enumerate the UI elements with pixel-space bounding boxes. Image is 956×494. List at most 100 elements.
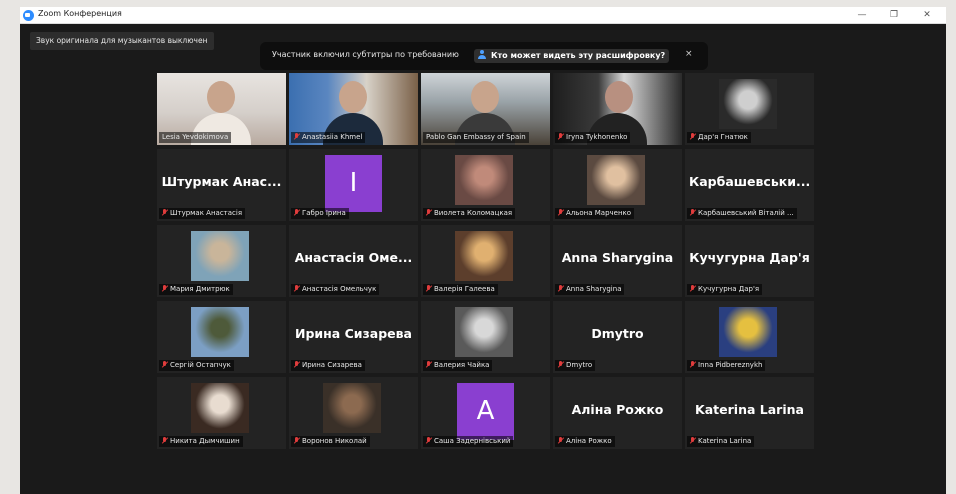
zoom-window: Zoom Конференция — ❐ ✕ Звук оригинала дл… (20, 7, 946, 494)
participant-tile[interactable]: Ирина Сизарева Ирина Сизарева (289, 301, 418, 373)
participant-tile[interactable]: Дар'я Гнатюк (685, 73, 814, 145)
participant-tile[interactable]: Валерия Чайка (421, 301, 550, 373)
participant-name: Никита Дымчишин (170, 437, 240, 445)
who-can-see-label: Кто может видеть эту расшифровку? (491, 51, 666, 60)
participant-name-label: Katerina Larina (687, 436, 755, 447)
muted-mic-icon (558, 209, 563, 216)
participant-tile[interactable]: A Саша Задернівський (421, 377, 550, 449)
avatar-letter: A (457, 383, 514, 440)
participant-silhouette (339, 81, 367, 113)
participant-name: Карбашевський Віталій ... (698, 209, 794, 217)
participant-tile[interactable]: Anastasiia Khmel (289, 73, 418, 145)
participant-name-label: Виолета Коломацкая (423, 208, 516, 219)
participant-tile[interactable]: Katerina Larina Katerina Larina (685, 377, 814, 449)
participant-display-name: Штурмак Анас... (161, 174, 282, 189)
profile-picture (587, 155, 645, 205)
participant-tile[interactable]: Iryna Tykhonenko (553, 73, 682, 145)
participant-tile[interactable]: Виолета Коломацкая (421, 149, 550, 221)
participant-name-label: Анастасія Омельчук (291, 284, 380, 295)
participant-name-label: Pablo Gan Embassy of Spain (423, 132, 529, 143)
participant-name-label: Карбашевський Віталій ... (687, 208, 797, 219)
participant-display-name: Dmytro (591, 326, 644, 341)
participant-name-label: Кучугурна Дар'я (687, 284, 763, 295)
muted-mic-icon (690, 285, 695, 292)
participant-silhouette (605, 81, 633, 113)
participant-display-name: Anna Sharygina (561, 250, 674, 265)
participant-tile[interactable]: Альона Марченко (553, 149, 682, 221)
participant-name-label: Никита Дымчишин (159, 436, 243, 447)
participant-name: Dmytro (566, 361, 593, 369)
minimize-button[interactable]: — (852, 8, 872, 22)
close-banner-icon[interactable]: × (685, 49, 693, 59)
participant-tile[interactable]: I Габро Ірина (289, 149, 418, 221)
meeting-area: Звук оригинала для музыкантов выключен У… (20, 24, 946, 494)
muted-mic-icon (426, 209, 431, 216)
profile-picture (455, 307, 513, 357)
person-icon (478, 50, 487, 59)
profile-picture (719, 307, 777, 357)
participant-tile[interactable]: Карбашевськи... Карбашевський Віталій ... (685, 149, 814, 221)
participant-name-label: Дар'я Гнатюк (687, 132, 751, 143)
muted-mic-icon (162, 285, 167, 292)
participant-tile[interactable]: Сергій Остапчук (157, 301, 286, 373)
participant-name-label: Anastasiia Khmel (291, 132, 366, 143)
participant-name: Lesia Yevdokimova (162, 133, 229, 141)
muted-mic-icon (426, 285, 431, 292)
participant-name: Anna Sharygina (566, 285, 622, 293)
participant-tile[interactable]: Штурмак Анас... Штурмак Анастасія (157, 149, 286, 221)
participant-name: Валерія Галеева (434, 285, 495, 293)
participant-name-label: Аліна Рожко (555, 436, 615, 447)
participant-name: Саша Задернівський (434, 437, 511, 445)
participant-tile[interactable]: Валерія Галеева (421, 225, 550, 297)
participant-display-name: Карбашевськи... (689, 174, 811, 189)
muted-mic-icon (690, 361, 695, 368)
participant-tile[interactable]: Anna Sharygina Anna Sharygina (553, 225, 682, 297)
participant-tile[interactable]: Lesia Yevdokimova (157, 73, 286, 145)
participant-name: Штурмак Анастасія (170, 209, 243, 217)
participant-name-label: Габро Ірина (291, 208, 349, 219)
participant-display-name: Ирина Сизарева (295, 326, 412, 341)
participant-name: Anastasiia Khmel (302, 133, 363, 141)
participant-name: Pablo Gan Embassy of Spain (426, 133, 526, 141)
participant-name-label: Inna Pidbereznykh (687, 360, 766, 371)
participant-name-label: Альона Марченко (555, 208, 635, 219)
participant-name: Дар'я Гнатюк (698, 133, 748, 141)
participant-tile[interactable]: Воронов Николай (289, 377, 418, 449)
participant-tile[interactable]: Аліна Рожко Аліна Рожко (553, 377, 682, 449)
muted-mic-icon (426, 361, 431, 368)
participant-name-label: Dmytro (555, 360, 596, 371)
close-window-button[interactable]: ✕ (917, 8, 937, 22)
muted-mic-icon (162, 437, 167, 444)
captions-message: Участник включил субтитры по требованию (272, 50, 459, 59)
participant-tile[interactable]: Кучугурна Дар'я Кучугурна Дар'я (685, 225, 814, 297)
participant-name: Виолета Коломацкая (434, 209, 513, 217)
participant-name-label: Мария Дмитрюк (159, 284, 233, 295)
participant-tile[interactable]: Dmytro Dmytro (553, 301, 682, 373)
profile-picture (323, 383, 381, 433)
profile-picture (191, 383, 249, 433)
participant-name: Katerina Larina (698, 437, 752, 445)
participant-name-label: Воронов Николай (291, 436, 370, 447)
participant-name: Inna Pidbereznykh (698, 361, 763, 369)
participant-name: Ирина Сизарева (302, 361, 362, 369)
participant-display-name: Аліна Рожко (571, 402, 664, 417)
muted-mic-icon (558, 133, 563, 140)
participant-tile[interactable]: Pablo Gan Embassy of Spain (421, 73, 550, 145)
participant-name: Альона Марченко (566, 209, 632, 217)
participant-name-label: Iryna Tykhonenko (555, 132, 631, 143)
participant-name: Аліна Рожко (566, 437, 612, 445)
muted-mic-icon (294, 437, 299, 444)
who-can-see-transcript-button[interactable]: Кто может видеть эту расшифровку? (474, 49, 670, 63)
participant-tile[interactable]: Мария Дмитрюк (157, 225, 286, 297)
participant-tile[interactable]: Никита Дымчишин (157, 377, 286, 449)
participant-tile[interactable]: Inna Pidbereznykh (685, 301, 814, 373)
original-sound-button[interactable]: Звук оригинала для музыкантов выключен (30, 32, 214, 50)
muted-mic-icon (294, 209, 299, 216)
restore-button[interactable]: ❐ (884, 8, 904, 22)
participant-display-name: Katerina Larina (695, 402, 804, 417)
participant-name: Мария Дмитрюк (170, 285, 230, 293)
participant-name: Валерия Чайка (434, 361, 490, 369)
participant-name-label: Саша Задернівський (423, 436, 514, 447)
participant-name-label: Сергій Остапчук (159, 360, 234, 371)
participant-tile[interactable]: Анастасія Оме... Анастасія Омельчук (289, 225, 418, 297)
